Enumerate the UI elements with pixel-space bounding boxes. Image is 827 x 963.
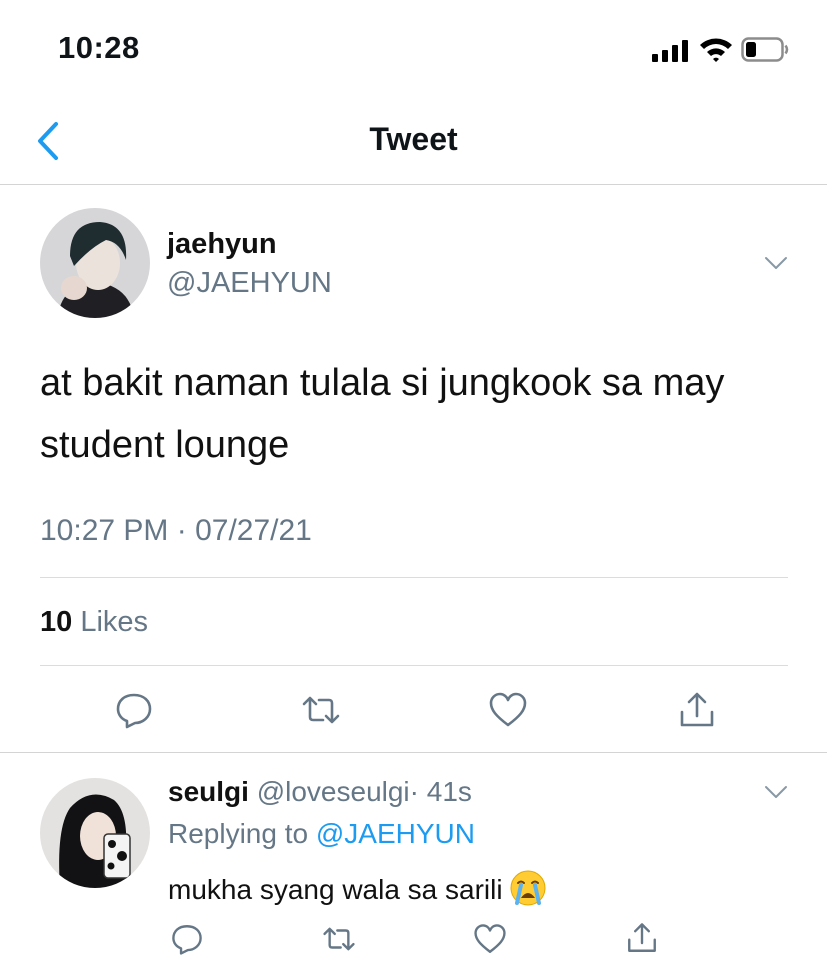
chevron-down-icon[interactable] bbox=[764, 256, 788, 270]
like-heart-icon[interactable] bbox=[488, 690, 528, 730]
status-time: 10:28 bbox=[58, 30, 140, 65]
reply-author[interactable]: seulgi @loveseulgi· 41s bbox=[168, 776, 472, 808]
avatar[interactable] bbox=[40, 208, 150, 318]
author-handle[interactable]: @JAEHYUN bbox=[167, 267, 332, 300]
cellular-signal-icon bbox=[652, 40, 692, 62]
reply-text: mukha syang wala sa sarili bbox=[168, 874, 503, 905]
divider bbox=[40, 577, 788, 578]
replying-to: Replying to @JAEHYUN bbox=[168, 818, 475, 850]
author-display-name[interactable]: jaehyun bbox=[167, 228, 277, 261]
reply-icon[interactable] bbox=[114, 690, 154, 730]
reply-reply-icon[interactable] bbox=[170, 922, 204, 956]
replying-handle-link[interactable]: @JAEHYUN bbox=[316, 818, 475, 849]
reply-share-icon[interactable] bbox=[625, 920, 659, 956]
share-icon[interactable] bbox=[677, 690, 717, 730]
divider bbox=[40, 665, 788, 666]
battery-icon bbox=[741, 37, 789, 62]
reply-chevron-down-icon[interactable] bbox=[764, 785, 788, 799]
reply-retweet-icon[interactable] bbox=[322, 922, 356, 956]
reply-handle[interactable]: @loveseulgi bbox=[257, 776, 410, 807]
header-divider bbox=[0, 184, 827, 185]
wifi-icon bbox=[700, 38, 732, 62]
retweet-icon[interactable] bbox=[301, 690, 341, 730]
replying-prefix: Replying to bbox=[168, 818, 309, 849]
likes-count: 10 bbox=[40, 606, 73, 638]
reply-like-heart-icon[interactable] bbox=[473, 922, 507, 956]
likes-label: Likes bbox=[80, 606, 149, 638]
reply-age: · 41s bbox=[409, 776, 472, 807]
page-title: Tweet bbox=[369, 121, 458, 157]
loudly-crying-face-icon bbox=[510, 870, 546, 906]
tweet-text: at bakit naman tulala si jungkook sa may… bbox=[40, 362, 725, 466]
reply-display-name[interactable]: seulgi bbox=[168, 776, 249, 807]
reply-avatar[interactable] bbox=[40, 778, 150, 888]
reply-text-line: mukha syang wala sa sarili bbox=[168, 869, 547, 907]
likes-stat[interactable]: 10 Likes bbox=[40, 606, 148, 639]
tweet-divider bbox=[0, 752, 827, 753]
tweet-timestamp: 10:27 PM · 07/27/21 bbox=[40, 514, 312, 547]
